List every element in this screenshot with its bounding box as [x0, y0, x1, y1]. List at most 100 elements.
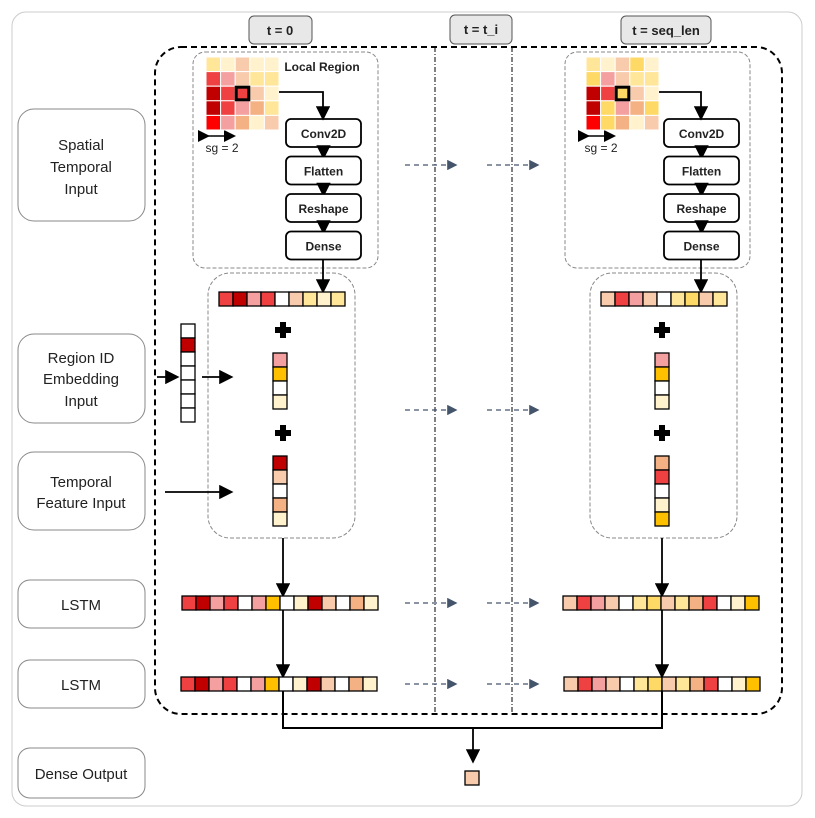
flattened-vector-tseq-cell: [684, 291, 700, 307]
output-merge-line: [282, 691, 663, 729]
local-region-grid-tseq-cell: [600, 85, 616, 102]
local-region-grid-t0-cell: [263, 71, 280, 87]
local-region-grid-t0-cell: [249, 85, 265, 102]
op-dense-tseq: Dense: [663, 230, 740, 261]
lstm2-hidden-vector-t0-cell: [208, 676, 224, 692]
local-region-grid-t0-cell: [220, 114, 236, 131]
lstm1-hidden-vector-tseq-cell: [632, 595, 648, 611]
local-region-grid-tseq-cell: [585, 56, 602, 73]
region-embedding-vector-tseq-cell: [654, 366, 670, 382]
local-region-grid-t0-cell: [220, 100, 236, 116]
local-region-grid-tseq-cell: [629, 114, 645, 131]
region-id-input-vector-cell: [180, 365, 196, 381]
local-region-grid-t0-cell: [220, 71, 236, 87]
region-id-input-vector-cell: [180, 407, 196, 423]
temporal-feature-vector-tseq-cell: [654, 511, 670, 527]
local-region-label: Local Region: [284, 60, 359, 74]
lstm-layer-2-box: LSTM: [17, 659, 146, 709]
local-region-grid-t0-cell: [205, 56, 222, 73]
sg-label-tseq: sg = 2: [584, 141, 617, 155]
local-region-grid-t0-cell: [220, 85, 236, 102]
region-id-input-vector-cell: [180, 379, 196, 395]
header-t0: t = 0: [248, 15, 313, 45]
sg-label-t0: sg = 2: [205, 141, 238, 155]
lstm1-hidden-vector-t0-cell: [307, 595, 323, 611]
lstm2-hidden-vector-t0-cell: [348, 676, 364, 692]
lstm2-hidden-vector-t0-cell: [320, 676, 336, 692]
local-region-grid-tseq-cell: [643, 56, 660, 73]
lstm2-hidden-vector-tseq-cell: [731, 676, 747, 692]
svg-text:Temporal: Temporal: [50, 159, 112, 176]
lstm2-hidden-vector-tseq-cell: [605, 676, 621, 692]
lstm1-hidden-vector-t0-cell: [335, 595, 351, 611]
temporal-feature-vector-t0-cell: [272, 497, 288, 513]
svg-text:LSTM: LSTM: [61, 597, 101, 614]
lstm2-hidden-vector-t0-cell: [180, 676, 196, 692]
local-region-grid-t0-cell: [263, 56, 280, 73]
local-region-grid-tseq-cell: [643, 71, 660, 87]
lstm2-hidden-vector-t0-cell: [278, 676, 294, 692]
header-tseq: t = seq_len: [620, 15, 712, 45]
svg-text:t = t_i: t = t_i: [464, 22, 498, 37]
lstm1-hidden-vector-t0-cell: [279, 595, 295, 611]
op-label: Conv2D: [679, 127, 725, 141]
local-region-grid-tseq-cell: [600, 114, 616, 131]
lstm2-hidden-vector-tseq-cell: [675, 676, 691, 692]
local-region-grid-tseq-cell: [629, 71, 645, 87]
spatial-temporal-input-box: Spatial Temporal Input: [17, 108, 146, 222]
lstm1-hidden-vector-tseq-cell: [604, 595, 620, 611]
lstm1-hidden-vector-t0-cell: [293, 595, 309, 611]
flattened-vector-tseq-cell: [628, 291, 644, 307]
flattened-vector-tseq-cell: [600, 291, 616, 307]
region-embedding-vector-tseq-cell: [654, 380, 670, 396]
plus-icon: [275, 322, 291, 338]
local-region-grid-t0-cell: [263, 100, 280, 116]
flattened-vector-tseq-cell: [642, 291, 658, 307]
local-region-grid-tseq-cell: [585, 71, 602, 87]
lstm-architecture-diagram: t = 0 t = t_i t = seq_len Spatial Tempora…: [11, 11, 803, 807]
temporal-feature-vector-t0-cell: [272, 511, 288, 527]
lstm1-hidden-vector-t0-cell: [321, 595, 337, 611]
op-label: Reshape: [676, 202, 726, 216]
plus-icon: [654, 322, 670, 338]
local-region-grid-tseq-cell: [614, 114, 631, 131]
local-region-grid-t0-cell: [234, 56, 251, 73]
region-id-input-box: Region ID Embedding Input: [17, 333, 146, 424]
local-region-grid-tseq-cell: [643, 100, 660, 116]
lstm2-hidden-vector-tseq-cell: [563, 676, 579, 692]
op-flatten-t0: Flatten: [285, 155, 362, 186]
op-label: Dense: [683, 240, 719, 254]
op-reshape-t0: Reshape: [285, 193, 362, 223]
op-conv2d-t0: Conv2D: [285, 118, 362, 148]
svg-text:t = seq_len: t = seq_len: [632, 23, 700, 38]
local-region-grid-t0-cell: [205, 85, 222, 102]
temporal-feature-vector-t0-cell: [272, 455, 288, 471]
lstm1-hidden-vector-tseq-cell: [730, 595, 746, 611]
local-region-grid-t0-cell: [249, 56, 265, 73]
local-region-grid-tseq-cell: [643, 114, 660, 131]
region-embedding-vector-t0-cell: [272, 352, 288, 368]
lstm2-hidden-vector-t0-cell: [194, 676, 210, 692]
header-ti: t = t_i: [449, 14, 513, 45]
svg-text:LSTM: LSTM: [61, 677, 101, 694]
op-label: Conv2D: [301, 127, 347, 141]
lstm2-hidden-vector-t0-cell: [250, 676, 266, 692]
svg-text:Dense Output: Dense Output: [35, 766, 128, 783]
local-region-grid-tseq-cell: [614, 71, 631, 87]
lstm1-hidden-vector-tseq-cell: [688, 595, 704, 611]
local-region-grid-t0-cell: [234, 114, 251, 131]
flattened-vector-t0-cell: [274, 291, 290, 307]
dense-output-box: Dense Output: [17, 747, 146, 799]
lstm2-hidden-vector-t0-cell: [334, 676, 350, 692]
local-region-grid-tseq-cell: [629, 56, 645, 73]
local-region-grid-tseq-cell: [600, 100, 616, 116]
svg-text:Embedding: Embedding: [43, 371, 119, 388]
lstm2-hidden-vector-t0-cell: [362, 676, 378, 692]
lstm2-hidden-vector-tseq-cell: [633, 676, 649, 692]
flattened-vector-tseq-cell: [712, 291, 728, 307]
lstm1-hidden-vector-t0-cell: [363, 595, 379, 611]
flattened-vector-t0-cell: [246, 291, 262, 307]
op-reshape-tseq: Reshape: [663, 193, 740, 223]
lstm1-hidden-vector-t0-cell: [209, 595, 225, 611]
svg-text:Input: Input: [64, 393, 98, 410]
